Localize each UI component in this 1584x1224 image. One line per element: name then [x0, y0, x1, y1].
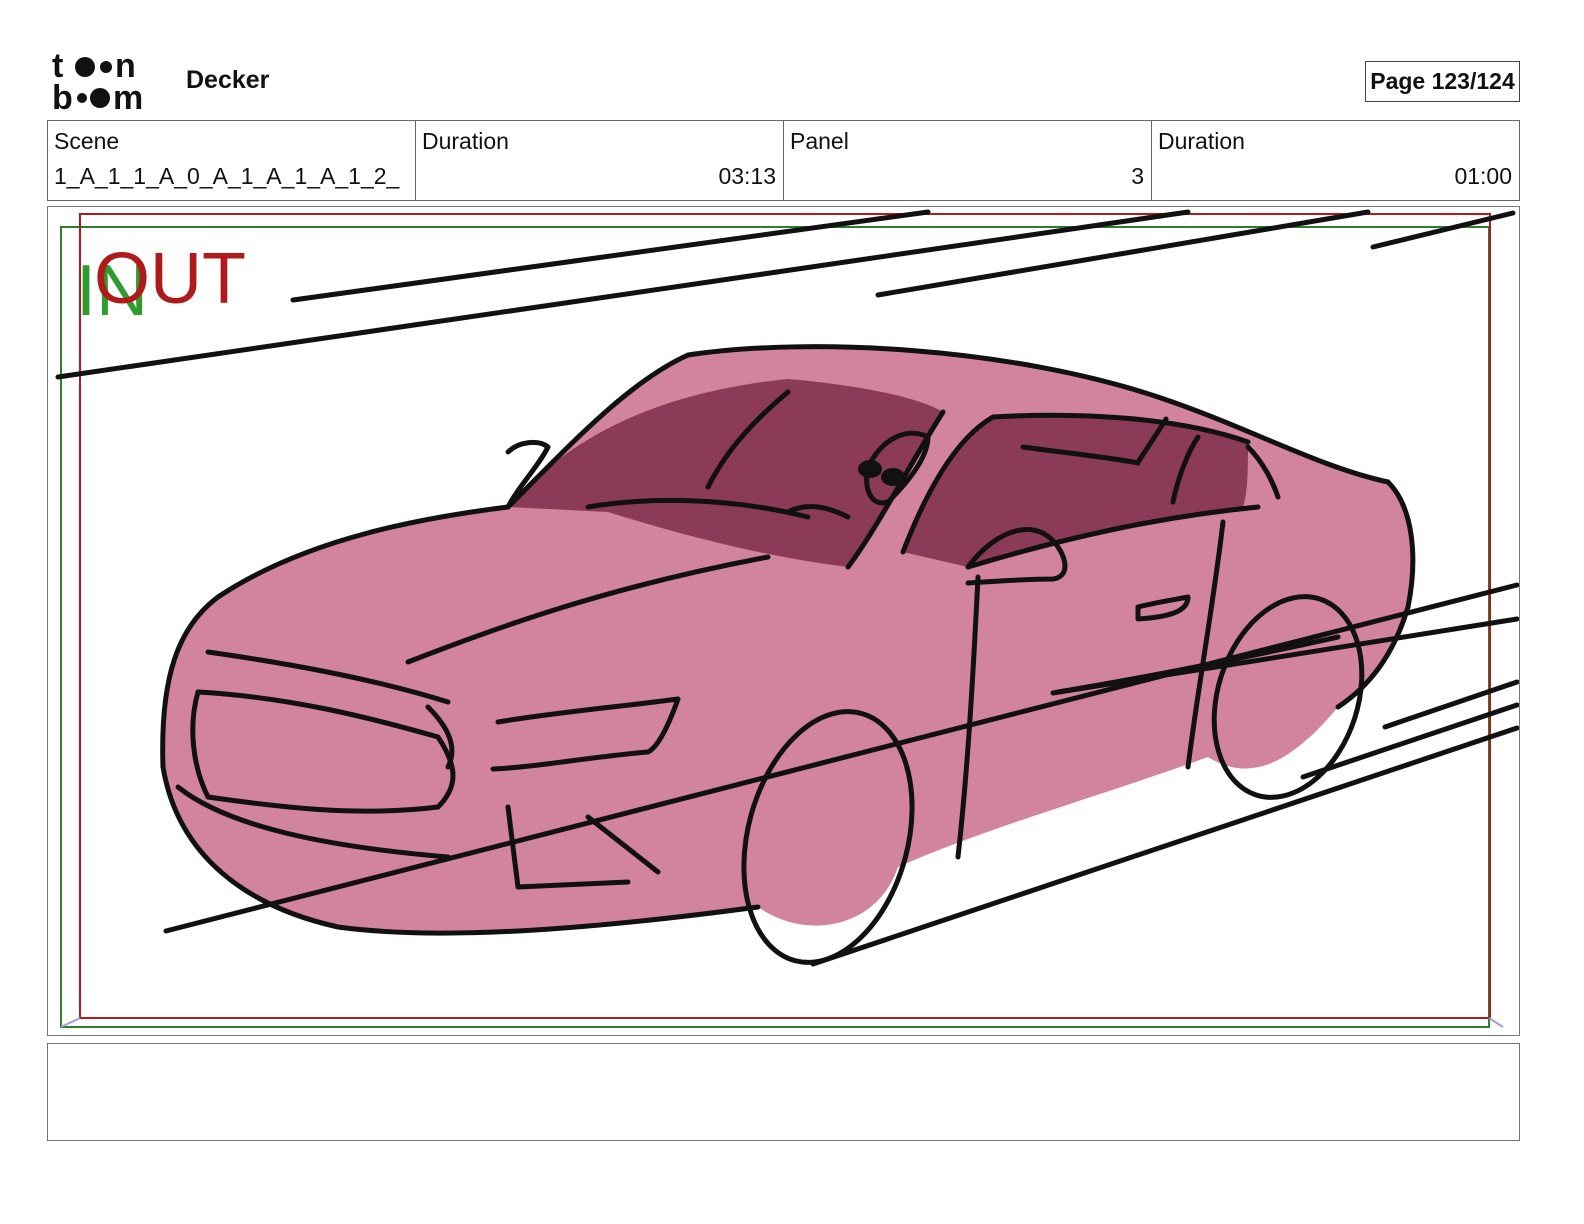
toon-boom-logo: t n b m [52, 50, 143, 112]
panel-cell: Panel 3 [784, 121, 1152, 200]
svg-text:b: b [52, 79, 73, 112]
panel-label: Panel [790, 128, 849, 154]
scene-cell: Scene 1_A_1_1_A_0_A_1_A_1_A_1_2_ [48, 121, 416, 200]
scene-label: Scene [54, 128, 120, 154]
scene-duration-value: 03:13 [718, 163, 776, 189]
out-label: OUT [94, 239, 246, 319]
panel-duration-label: Duration [1158, 128, 1245, 154]
page-number: Page 123/124 [1365, 61, 1520, 102]
scene-duration-label: Duration [422, 128, 509, 154]
app-name: Decker [186, 66, 270, 94]
panel-duration-cell: Duration 01:00 [1152, 121, 1519, 200]
scene-info-table: Scene 1_A_1_1_A_0_A_1_A_1_A_1_2_ Duratio… [47, 120, 1520, 201]
scene-value: 1_A_1_1_A_0_A_1_A_1_A_1_2_ [54, 163, 400, 189]
panel-duration-value: 01:00 [1454, 163, 1512, 189]
storyboard-panel: IN OUT [47, 206, 1520, 1036]
panel-value: 3 [1131, 163, 1144, 189]
svg-text:m: m [113, 79, 143, 112]
car-sketch: IN OUT [55, 209, 1519, 1028]
scene-duration-cell: Duration 03:13 [416, 121, 784, 200]
panel-notes [47, 1043, 1520, 1141]
